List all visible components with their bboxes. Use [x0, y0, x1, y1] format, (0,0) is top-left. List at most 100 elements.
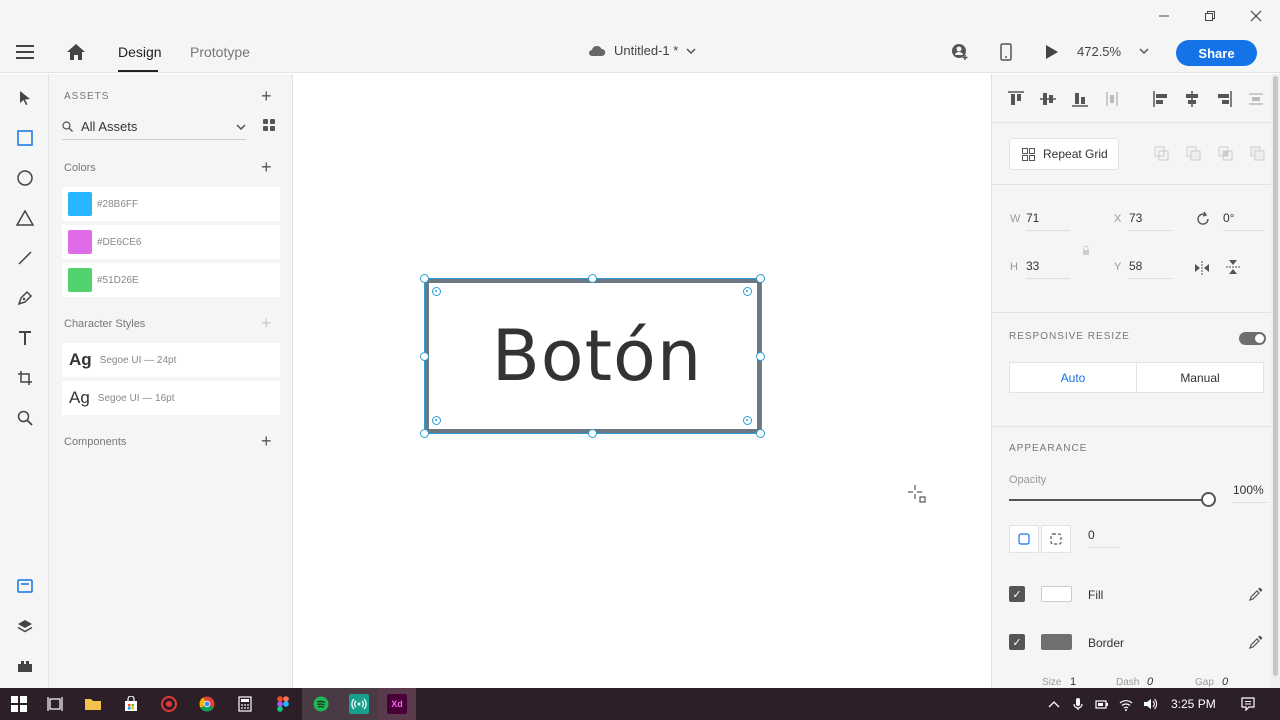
resize-handle-top-right[interactable]: [756, 274, 765, 283]
select-tool[interactable]: [14, 87, 36, 109]
corner-radius-input[interactable]: 0: [1088, 528, 1120, 548]
resize-handle-top-left[interactable]: [420, 274, 429, 283]
close-button[interactable]: [1233, 0, 1279, 32]
align-center-icon[interactable]: [1183, 90, 1201, 108]
add-component-button[interactable]: +: [261, 432, 272, 450]
fill-checkbox[interactable]: ✓: [1009, 586, 1025, 602]
align-right-icon[interactable]: [1215, 90, 1233, 108]
button-label-text[interactable]: Botón: [429, 283, 765, 429]
resize-handle-bottom-right[interactable]: [756, 429, 765, 438]
taskbar-clock[interactable]: 3:25 PM: [1171, 697, 1216, 711]
border-color-swatch[interactable]: [1041, 634, 1072, 650]
zoom-tool[interactable]: [14, 407, 36, 429]
opacity-slider-track[interactable]: [1009, 499, 1204, 501]
add-asset-button[interactable]: +: [261, 87, 272, 105]
pen-tool[interactable]: [14, 287, 36, 309]
align-top-icon[interactable]: [1007, 90, 1025, 108]
volume-icon[interactable]: [1143, 697, 1157, 711]
wifi-icon[interactable]: [1119, 697, 1133, 711]
x-input[interactable]: 73: [1129, 211, 1173, 231]
repeat-grid-button[interactable]: Repeat Grid: [1009, 138, 1119, 170]
character-style-item[interactable]: Ag Segoe UI — 24pt: [62, 343, 280, 377]
tab-design[interactable]: Design: [118, 44, 162, 60]
responsive-resize-toggle[interactable]: [1239, 332, 1266, 345]
selected-button-rectangle[interactable]: Botón: [425, 279, 761, 433]
opacity-slider-thumb[interactable]: [1201, 492, 1216, 507]
tray-chevron-up-icon[interactable]: [1047, 697, 1061, 711]
border-size-input[interactable]: 1: [1070, 676, 1076, 688]
resize-manual-button[interactable]: Manual: [1136, 362, 1264, 393]
color-asset-item[interactable]: #51D26E: [62, 263, 280, 297]
app-button-red[interactable]: [159, 694, 179, 714]
add-character-style-button[interactable]: +: [261, 314, 272, 332]
polygon-tool[interactable]: [14, 207, 36, 229]
grid-view-icon[interactable]: [263, 119, 275, 131]
fill-eyedropper-icon[interactable]: [1249, 587, 1263, 601]
boolean-subtract-icon[interactable]: [1186, 146, 1202, 162]
border-eyedropper-icon[interactable]: [1249, 635, 1263, 649]
align-left-icon[interactable]: [1152, 90, 1170, 108]
corner-radius-handle[interactable]: [743, 416, 752, 425]
share-button[interactable]: Share: [1176, 40, 1257, 66]
corner-radius-handle[interactable]: [432, 287, 441, 296]
resize-auto-button[interactable]: Auto: [1009, 362, 1137, 393]
artboard-tool[interactable]: [14, 367, 36, 389]
layers-panel-button[interactable]: [14, 615, 36, 637]
fill-color-swatch[interactable]: [1041, 586, 1072, 602]
tab-prototype[interactable]: Prototype: [190, 44, 250, 60]
character-style-item[interactable]: Ag Segoe UI — 16pt: [62, 381, 280, 415]
color-asset-item[interactable]: #28B6FF: [62, 187, 280, 221]
corner-all-button[interactable]: [1009, 525, 1039, 553]
border-gap-input[interactable]: 0: [1222, 676, 1228, 688]
flip-horizontal-icon[interactable]: [1194, 261, 1210, 275]
text-tool[interactable]: [14, 327, 36, 349]
assets-filter[interactable]: All Assets: [62, 114, 246, 140]
adobe-xd-button[interactable]: Xd: [387, 694, 407, 714]
plugins-panel-button[interactable]: [14, 655, 36, 677]
height-input[interactable]: 33: [1026, 259, 1070, 279]
document-title[interactable]: Untitled-1 *: [588, 43, 696, 58]
share-user-icon[interactable]: [951, 43, 969, 61]
broadcast-app-button[interactable]: [349, 694, 369, 714]
battery-icon[interactable]: [1095, 697, 1109, 711]
spotify-button[interactable]: [311, 694, 331, 714]
device-preview-icon[interactable]: [1000, 43, 1012, 61]
boolean-intersect-icon[interactable]: [1218, 146, 1234, 162]
width-input[interactable]: 71: [1026, 211, 1070, 231]
figma-button[interactable]: [273, 694, 293, 714]
minimize-button[interactable]: [1141, 0, 1187, 32]
play-icon[interactable]: [1045, 44, 1059, 60]
resize-handle-bottom-left[interactable]: [420, 429, 429, 438]
ellipse-tool[interactable]: [14, 167, 36, 189]
corner-radius-handle[interactable]: [432, 416, 441, 425]
line-tool[interactable]: [14, 247, 36, 269]
file-explorer-button[interactable]: [83, 694, 103, 714]
border-dash-input[interactable]: 0: [1147, 676, 1153, 688]
home-icon[interactable]: [66, 43, 86, 61]
assets-panel-button[interactable]: [14, 575, 36, 597]
microphone-icon[interactable]: [1071, 697, 1085, 711]
windows-start-button[interactable]: [9, 694, 29, 714]
zoom-level[interactable]: 472.5%: [1077, 44, 1121, 59]
color-asset-item[interactable]: #DE6CE6: [62, 225, 280, 259]
add-color-button[interactable]: +: [261, 158, 272, 176]
zoom-chevron-icon[interactable]: [1139, 48, 1149, 54]
corner-individual-button[interactable]: [1041, 525, 1071, 553]
task-view-button[interactable]: [45, 694, 65, 714]
boolean-exclude-icon[interactable]: [1250, 146, 1266, 162]
store-button[interactable]: [121, 694, 141, 714]
border-checkbox[interactable]: ✓: [1009, 634, 1025, 650]
resize-handle-bottom[interactable]: [588, 429, 597, 438]
action-center-icon[interactable]: [1241, 697, 1255, 711]
restore-button[interactable]: [1187, 0, 1233, 32]
align-middle-icon[interactable]: [1039, 90, 1057, 108]
resize-handle-left[interactable]: [420, 352, 429, 361]
design-canvas[interactable]: Botón: [294, 74, 990, 688]
opacity-input[interactable]: 100%: [1233, 483, 1267, 503]
rectangle-tool[interactable]: [14, 127, 36, 149]
resize-handle-right[interactable]: [756, 352, 765, 361]
menu-icon[interactable]: [16, 45, 34, 59]
chrome-button[interactable]: [197, 694, 217, 714]
distribute-horizontal-icon[interactable]: [1247, 90, 1265, 108]
resize-handle-top[interactable]: [588, 274, 597, 283]
